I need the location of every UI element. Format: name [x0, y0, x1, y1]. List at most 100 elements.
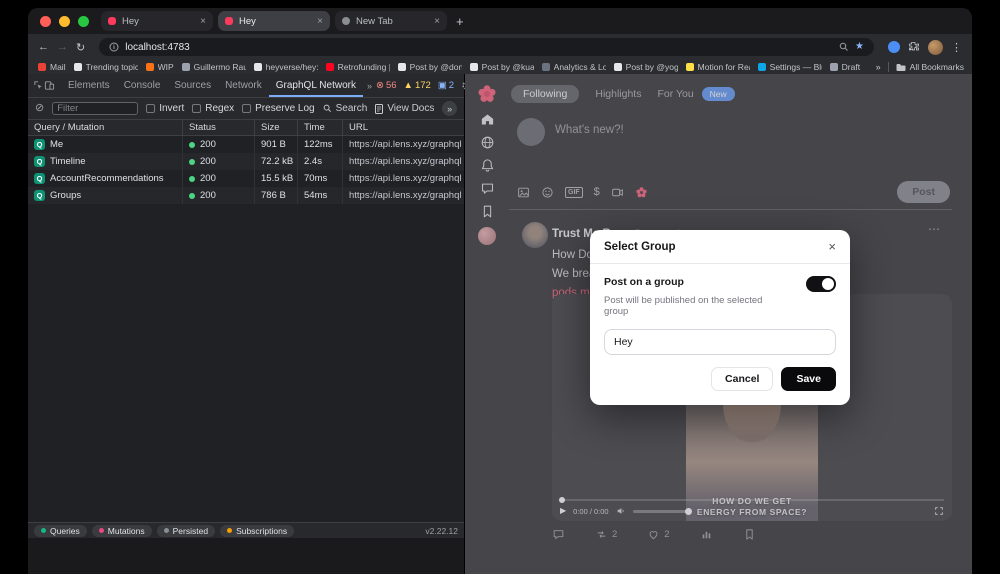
search-button[interactable]: Search: [323, 103, 367, 114]
group-search-input[interactable]: [604, 329, 836, 355]
bookmark-item[interactable]: Mail: [38, 62, 66, 72]
bookmark-item[interactable]: Trending topics on...: [73, 62, 138, 72]
bookmark-item[interactable]: Draft: [829, 62, 860, 72]
query-badge: Q: [34, 173, 45, 184]
table-row[interactable]: Q Groups 200 786 B 54ms https://api.lens.…: [28, 187, 464, 204]
checkbox-icon: [146, 104, 156, 113]
bookmark-item[interactable]: heyverse/hey: Hey...: [253, 62, 318, 72]
devtools-tab-network[interactable]: Network: [218, 74, 269, 97]
toolbar-overflow-button[interactable]: »: [442, 101, 457, 116]
bookmark-item[interactable]: Analytics & Logs |...: [541, 62, 606, 72]
browser-tab-1[interactable]: Hey ×: [101, 11, 213, 31]
invert-checkbox[interactable]: Invert: [146, 103, 184, 114]
bookmark-favicon: [253, 63, 262, 71]
hey-app: Following Highlights For You New What's …: [465, 74, 972, 574]
bookmark-item[interactable]: Settings — Bluesky: [757, 62, 822, 72]
devtools-tab-graphql-network[interactable]: GraphQL Network: [269, 74, 363, 97]
clear-log-icon[interactable]: ⊘: [35, 103, 44, 114]
bookmarks-bar: Mail Trending topics on... WIP Guillermo…: [28, 60, 972, 74]
close-tab-icon[interactable]: ×: [434, 16, 440, 27]
close-tab-icon[interactable]: ×: [317, 16, 323, 27]
graphql-toolbar: ⊘ Invert Regex Preserve Log Search View …: [28, 98, 464, 120]
table-row[interactable]: Q Timeline 200 72.2 kB 2.4s https://api.l…: [28, 153, 464, 170]
filter-chip-mutations[interactable]: Mutations: [91, 524, 152, 537]
close-icon[interactable]: ×: [828, 240, 836, 253]
devtools-tab-bar: Elements Console Sources Network GraphQL…: [28, 74, 512, 98]
checkbox-icon: [242, 104, 252, 113]
forward-icon[interactable]: →: [57, 41, 68, 53]
bookmarks-overflow-button[interactable]: »: [876, 62, 881, 72]
minimize-window-button[interactable]: [59, 15, 70, 27]
warning-badge[interactable]: ▲ 172: [404, 80, 431, 91]
error-badge[interactable]: ⊗ 56: [376, 80, 397, 91]
folder-icon: [896, 63, 906, 71]
group-toggle[interactable]: [806, 276, 836, 292]
issues-badge[interactable]: ▣ 2: [438, 80, 454, 91]
column-header[interactable]: Query / Mutation: [28, 120, 183, 135]
bookmark-item[interactable]: Post by @donoson...: [397, 62, 462, 72]
devtools-tab-elements[interactable]: Elements: [61, 74, 117, 97]
url-text: localhost:4783: [125, 41, 190, 53]
cancel-button[interactable]: Cancel: [711, 367, 774, 391]
save-button[interactable]: Save: [781, 367, 836, 391]
column-header[interactable]: Status: [183, 120, 255, 135]
bookmark-item[interactable]: WIP: [145, 62, 174, 72]
bookmark-item[interactable]: Retrofunding | Vote: [325, 62, 390, 72]
devtools-tab-console[interactable]: Console: [117, 74, 168, 97]
filter-input[interactable]: [52, 102, 139, 115]
bookmark-item[interactable]: Post by @kualta -...: [469, 62, 534, 72]
more-tabs-icon[interactable]: »: [363, 81, 376, 91]
column-header[interactable]: Time: [298, 120, 343, 135]
filter-chip-subscriptions[interactable]: Subscriptions: [220, 524, 295, 537]
bookmark-favicon: [469, 63, 478, 71]
requests-table-header: Query / Mutation Status Size Time URL: [28, 120, 464, 136]
close-tab-icon[interactable]: ×: [200, 16, 206, 27]
close-window-button[interactable]: [40, 15, 51, 27]
inspect-element-icon[interactable]: [33, 80, 44, 91]
tab-title: Hey: [239, 15, 256, 27]
bookmark-star-icon[interactable]: ★: [855, 42, 864, 52]
extension-icon[interactable]: [888, 41, 900, 53]
preserve-log-checkbox[interactable]: Preserve Log: [242, 103, 315, 114]
search-icon[interactable]: [839, 42, 849, 52]
default-favicon: [342, 17, 350, 25]
filter-chip-queries[interactable]: Queries: [34, 524, 87, 537]
table-row[interactable]: Q Me 200 901 B 122ms https://api.lens.xyz…: [28, 136, 464, 153]
table-row[interactable]: Q AccountRecommendations 200 15.5 kB 70ms…: [28, 170, 464, 187]
status-ok-dot: [189, 192, 195, 199]
browser-menu-icon[interactable]: ⋮: [951, 41, 962, 54]
filter-chip-persisted[interactable]: Persisted: [156, 524, 216, 537]
back-icon[interactable]: ←: [38, 41, 49, 53]
bookmark-item[interactable]: Post by @yoginth...: [613, 62, 678, 72]
tab-strip: Hey × Hey × New Tab × +: [28, 8, 972, 34]
profile-avatar[interactable]: [928, 39, 943, 55]
warning-icon: ▲: [403, 80, 413, 91]
reload-icon[interactable]: ↻: [76, 41, 85, 54]
status-ok-dot: [189, 141, 195, 148]
new-tab-button[interactable]: +: [456, 14, 464, 29]
browser-tab-2-active[interactable]: Hey ×: [218, 11, 330, 31]
modal-title: Select Group: [604, 240, 676, 253]
query-badge: Q: [34, 139, 45, 150]
view-docs-button[interactable]: View Docs: [375, 103, 434, 114]
site-info-icon[interactable]: [109, 42, 119, 52]
column-header[interactable]: Size: [255, 120, 298, 135]
status-ok-dot: [189, 158, 195, 165]
query-badge: Q: [34, 190, 45, 201]
devtools-tab-sources[interactable]: Sources: [167, 74, 218, 97]
bookmark-item[interactable]: Guillermo Rauch o...: [181, 62, 246, 72]
column-header[interactable]: URL: [343, 120, 464, 135]
desktop: Hey × Hey × New Tab × + ← → ↻ localhost:…: [0, 0, 1000, 574]
browser-tab-3[interactable]: New Tab ×: [335, 11, 447, 31]
bookmark-favicon: [829, 63, 838, 71]
extensions-puzzle-icon[interactable]: [908, 41, 920, 53]
all-bookmarks-button[interactable]: All Bookmarks: [896, 62, 964, 72]
bookmark-favicon: [397, 63, 406, 71]
regex-checkbox[interactable]: Regex: [192, 103, 234, 114]
graphql-footer: Queries Mutations Persisted Subscription…: [28, 522, 464, 538]
bookmark-item[interactable]: Motion for React e...: [685, 62, 750, 72]
zoom-window-button[interactable]: [78, 15, 89, 27]
address-bar[interactable]: localhost:4783 ★: [99, 38, 874, 56]
bookmark-favicon: [613, 63, 622, 71]
device-toolbar-icon[interactable]: [44, 80, 55, 91]
